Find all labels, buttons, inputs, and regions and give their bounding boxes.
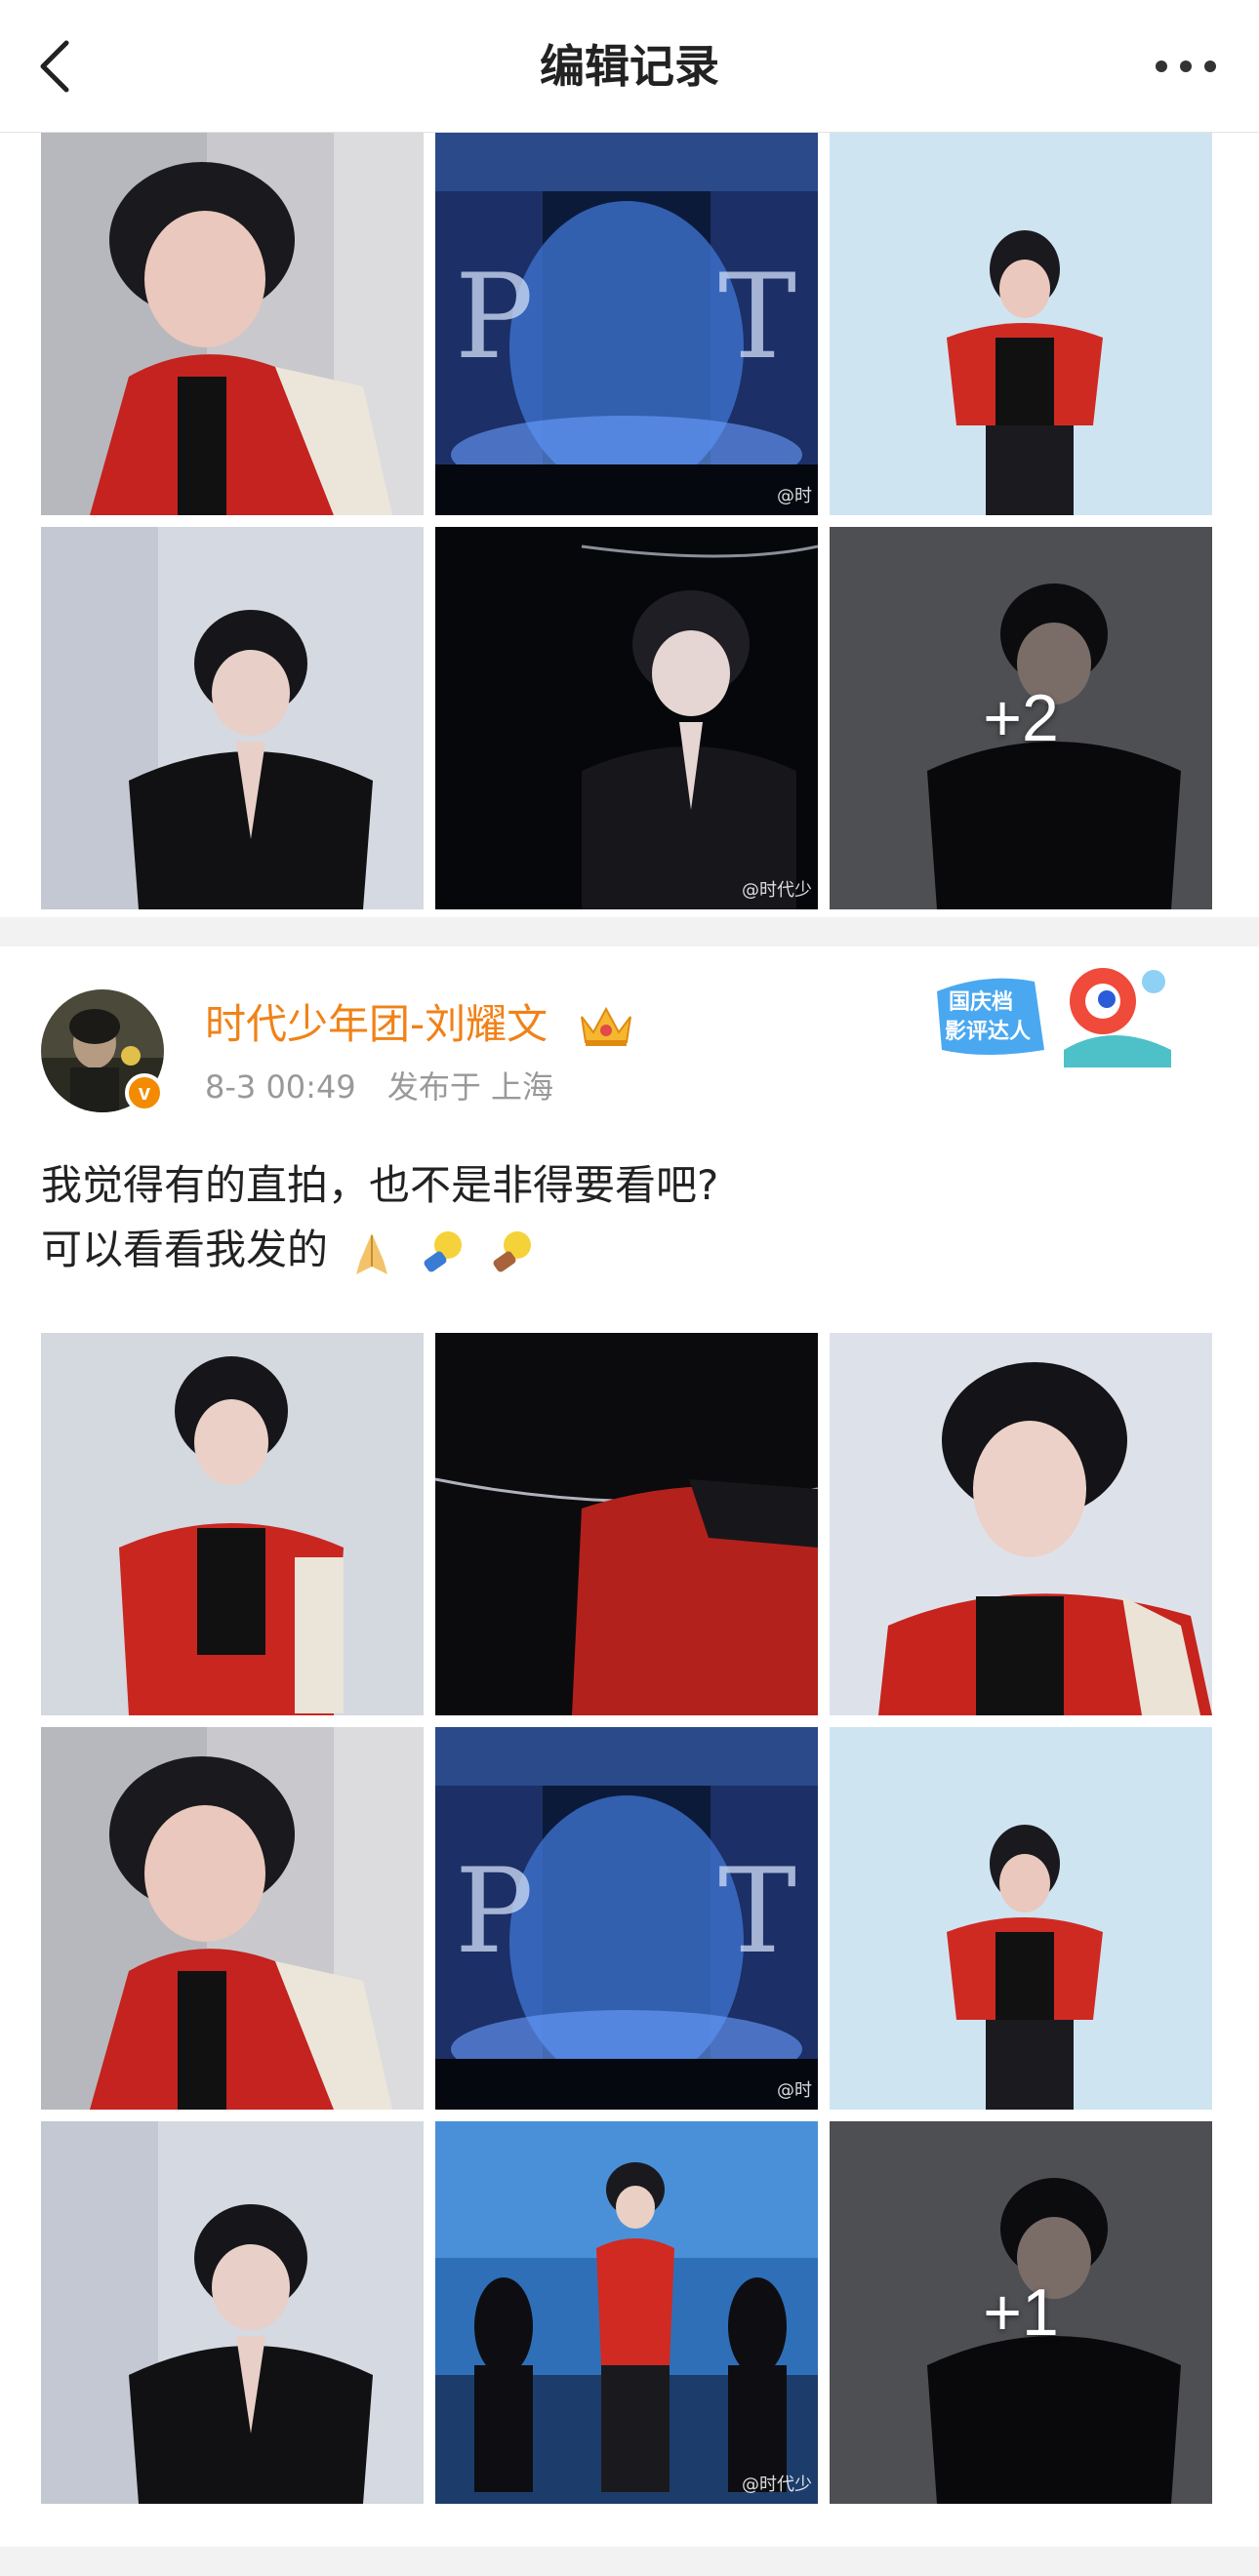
photo-mic-performance[interactable] (830, 133, 1212, 515)
nav-bar: 编辑记录 (0, 0, 1259, 133)
post-meta: 8-3 00:49 发布于 上海 (205, 1066, 553, 1108)
photo-stage-dancers[interactable]: @时代少 (435, 2121, 818, 2504)
svg-text:P: P (455, 1844, 534, 1980)
photo-stage-blue-2[interactable]: P T @时 (435, 1727, 818, 2110)
more-dots-icon[interactable] (1152, 47, 1220, 86)
photo-dark-stage[interactable]: @时代少 (435, 527, 818, 909)
film-reviewer-badge-icon[interactable]: 国庆档 影评达人 (927, 952, 1181, 1069)
badge-text-2: 影评达人 (945, 1020, 1031, 1044)
more-images-count: +1 (983, 2275, 1059, 2350)
post-location: 发布于 上海 (386, 1068, 554, 1106)
post-date: 8-3 00:49 (205, 1068, 356, 1106)
bottom-spacer (0, 2547, 1259, 2576)
page-title: 编辑记录 (540, 40, 719, 93)
more-images-count: +2 (983, 681, 1059, 755)
photo-stage-blue[interactable]: P T @时 (435, 133, 818, 515)
svg-text:T: T (718, 250, 796, 385)
watermark: @时 (777, 486, 812, 506)
photo-red-jacket-pose[interactable] (41, 1333, 424, 1715)
post-text-line1: 我觉得有的直拍，也不是非得要看吧? (41, 1161, 719, 1209)
photo-red-jacket-selfie[interactable] (41, 133, 424, 515)
badge-text-1: 国庆档 (949, 989, 1013, 1015)
post-card: v 时代少年团-刘耀文 8-3 00:49 发布于 上海 国庆档 影评达人 我觉… (0, 946, 1259, 2547)
verified-badge-icon: v (125, 1073, 164, 1112)
lightbulb-emoji-icon (424, 1230, 462, 1271)
photo-black-suit-more[interactable]: +1 (830, 2121, 1212, 2504)
svg-text:P: P (455, 250, 534, 385)
photo-black-suit-2[interactable] (41, 2121, 424, 2504)
photo-mic-performance-2[interactable] (830, 1727, 1212, 2110)
post-card-previous: P T @时 @时代少 +2 (0, 133, 1259, 917)
photo-red-jacket-selfie-2[interactable] (41, 1727, 424, 2110)
pray-emoji-icon (356, 1232, 388, 1274)
watermark: @时代少 (742, 880, 812, 901)
watermark: @时代少 (742, 2475, 812, 2495)
photo-red-jacket-closeup[interactable] (830, 1333, 1212, 1715)
crown-icon (581, 1006, 631, 1046)
photo-red-jacket-back[interactable] (435, 1333, 818, 1715)
photo-black-suit[interactable] (41, 527, 424, 909)
watermark: @时 (777, 2080, 812, 2101)
post-content: 我觉得有的直拍，也不是非得要看吧? 可以看看我发的 (41, 1153, 718, 1282)
post-text-line2: 可以看看我发的 (41, 1226, 329, 1273)
svg-text:T: T (718, 1844, 796, 1980)
lightbulb-emoji-icon-2 (493, 1230, 532, 1271)
author-name[interactable]: 时代少年团-刘耀文 (205, 997, 548, 1052)
photo-black-suit-more[interactable]: +2 (830, 527, 1212, 909)
